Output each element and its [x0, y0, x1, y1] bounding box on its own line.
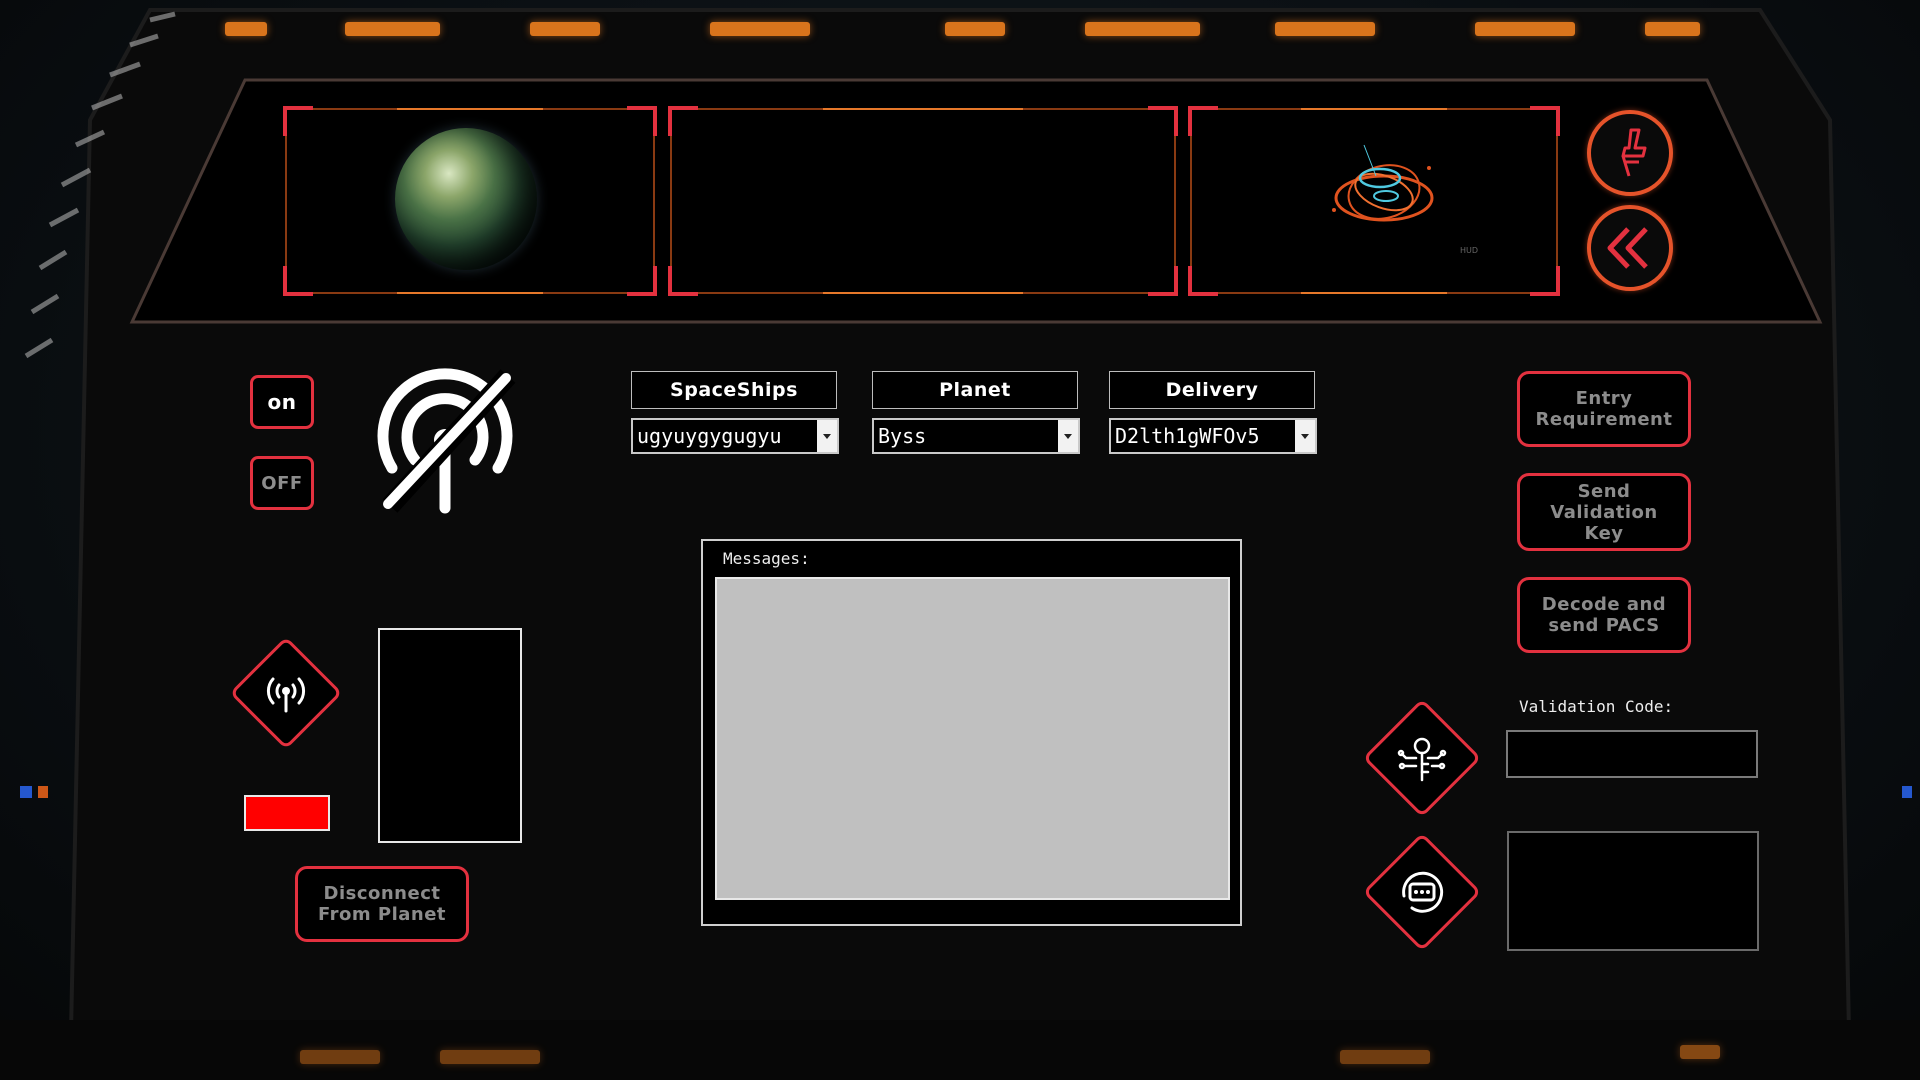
send-validation-key-button[interactable]: Send Validation Key: [1517, 473, 1691, 551]
validation-code-label: Validation Code:: [1519, 697, 1674, 716]
planet-view-screen: [283, 106, 657, 296]
validation-output-box: [1507, 831, 1759, 951]
planet-header: Planet: [872, 371, 1078, 409]
spaceships-header: SpaceShips: [631, 371, 837, 409]
center-view-screen: [668, 106, 1178, 296]
hologram-label: HUD: [1460, 246, 1479, 255]
double-chevron-left-icon: [1607, 227, 1648, 269]
disconnect-from-planet-button[interactable]: Disconnect From Planet: [295, 866, 469, 942]
signal-off-icon: [377, 368, 516, 514]
messages-textarea[interactable]: [715, 577, 1230, 900]
spaceships-select-value: ugyuygygugyu: [637, 424, 782, 448]
delivery-select[interactable]: D2lth1gWFOv5: [1109, 418, 1317, 454]
messages-label: Messages:: [723, 549, 810, 568]
power-on-button[interactable]: on: [250, 375, 314, 429]
planet-select-value: Byss: [878, 424, 927, 448]
back-button[interactable]: [1587, 205, 1673, 291]
delivery-header: Delivery: [1109, 371, 1315, 409]
entry-requirement-button[interactable]: Entry Requirement: [1517, 371, 1691, 447]
spaceships-select[interactable]: ugyuygygugyu: [631, 418, 839, 454]
hologram-icon: [1332, 144, 1434, 222]
circuit-key-icon: [1397, 737, 1447, 782]
seat-icon: [1621, 128, 1647, 177]
dropdown-arrow-icon[interactable]: [1295, 420, 1315, 452]
dropdown-arrow-icon[interactable]: [1058, 420, 1078, 452]
power-off-button[interactable]: OFF: [250, 456, 314, 510]
signal-preview-box: [378, 628, 522, 843]
status-indicator: [244, 795, 330, 831]
planet-select[interactable]: Byss: [872, 418, 1080, 454]
messages-panel: Messages:: [701, 539, 1242, 926]
broadcast-icon: [266, 677, 306, 713]
hologram-view-screen: HUD: [1188, 106, 1560, 296]
chat-icon: [1402, 871, 1444, 913]
decode-and-send-pacs-button[interactable]: Decode and send PACS: [1517, 577, 1691, 653]
planet-icon: [395, 128, 537, 270]
validation-code-input[interactable]: [1506, 730, 1758, 778]
dropdown-arrow-icon[interactable]: [817, 420, 837, 452]
seat-button[interactable]: [1587, 110, 1673, 196]
delivery-select-value: D2lth1gWFOv5: [1115, 424, 1260, 448]
